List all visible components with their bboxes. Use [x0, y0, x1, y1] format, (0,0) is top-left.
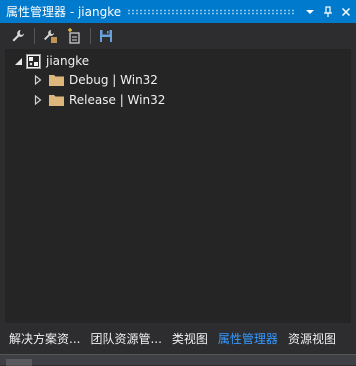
tree-node-configuration[interactable]: Release | Win32 — [5, 90, 351, 110]
tab-resource-view[interactable]: 资源视图 — [283, 326, 341, 350]
panel-toolbar — [0, 23, 356, 49]
tab-class-view[interactable]: 类视图 — [167, 326, 213, 350]
title-drag-grip[interactable] — [127, 8, 296, 15]
save-icon[interactable] — [96, 26, 116, 46]
cpp-project-icon — [25, 53, 41, 69]
panel-title-bar[interactable]: 属性管理器 - jiangke — [0, 0, 356, 23]
wrench-icon[interactable] — [8, 26, 28, 46]
folder-icon — [48, 72, 64, 88]
tree-node-project[interactable]: jiangke — [5, 51, 351, 71]
tree-node-configuration[interactable]: Debug | Win32 — [5, 70, 351, 90]
toolbar-separator — [34, 28, 35, 44]
tab-team-explorer[interactable]: 团队资源管... — [85, 326, 166, 350]
tree-node-label: Debug | Win32 — [69, 73, 158, 87]
add-new-property-sheet-icon[interactable] — [64, 26, 84, 46]
next-panel-header — [0, 354, 356, 366]
collapsed-arrow-icon[interactable] — [32, 74, 44, 86]
expanded-arrow-icon[interactable] — [12, 55, 24, 67]
property-tree[interactable]: jiangke Debug | Win32 Release | Win32 — [5, 49, 351, 323]
tab-solution-explorer[interactable]: 解决方案资... — [4, 326, 85, 350]
collapsed-arrow-icon[interactable] — [32, 94, 44, 106]
pin-icon[interactable] — [320, 4, 336, 20]
tool-window-tabs: 解决方案资... 团队资源管... 类视图 属性管理器 资源视图 — [0, 326, 356, 350]
close-icon[interactable] — [338, 4, 354, 20]
property-manager-panel: 属性管理器 - jiangke jiangke Debug | Win32 Re… — [0, 0, 356, 366]
toolbar-separator — [90, 28, 91, 44]
tree-node-label: jiangke — [46, 54, 90, 68]
tab-property-manager[interactable]: 属性管理器 — [213, 326, 283, 350]
folder-icon — [48, 92, 64, 108]
panel-title: 属性管理器 - jiangke — [6, 5, 122, 19]
add-existing-property-sheet-icon[interactable] — [40, 26, 60, 46]
dropdown-arrow-icon[interactable] — [302, 4, 318, 20]
tree-node-label: Release | Win32 — [69, 93, 166, 107]
